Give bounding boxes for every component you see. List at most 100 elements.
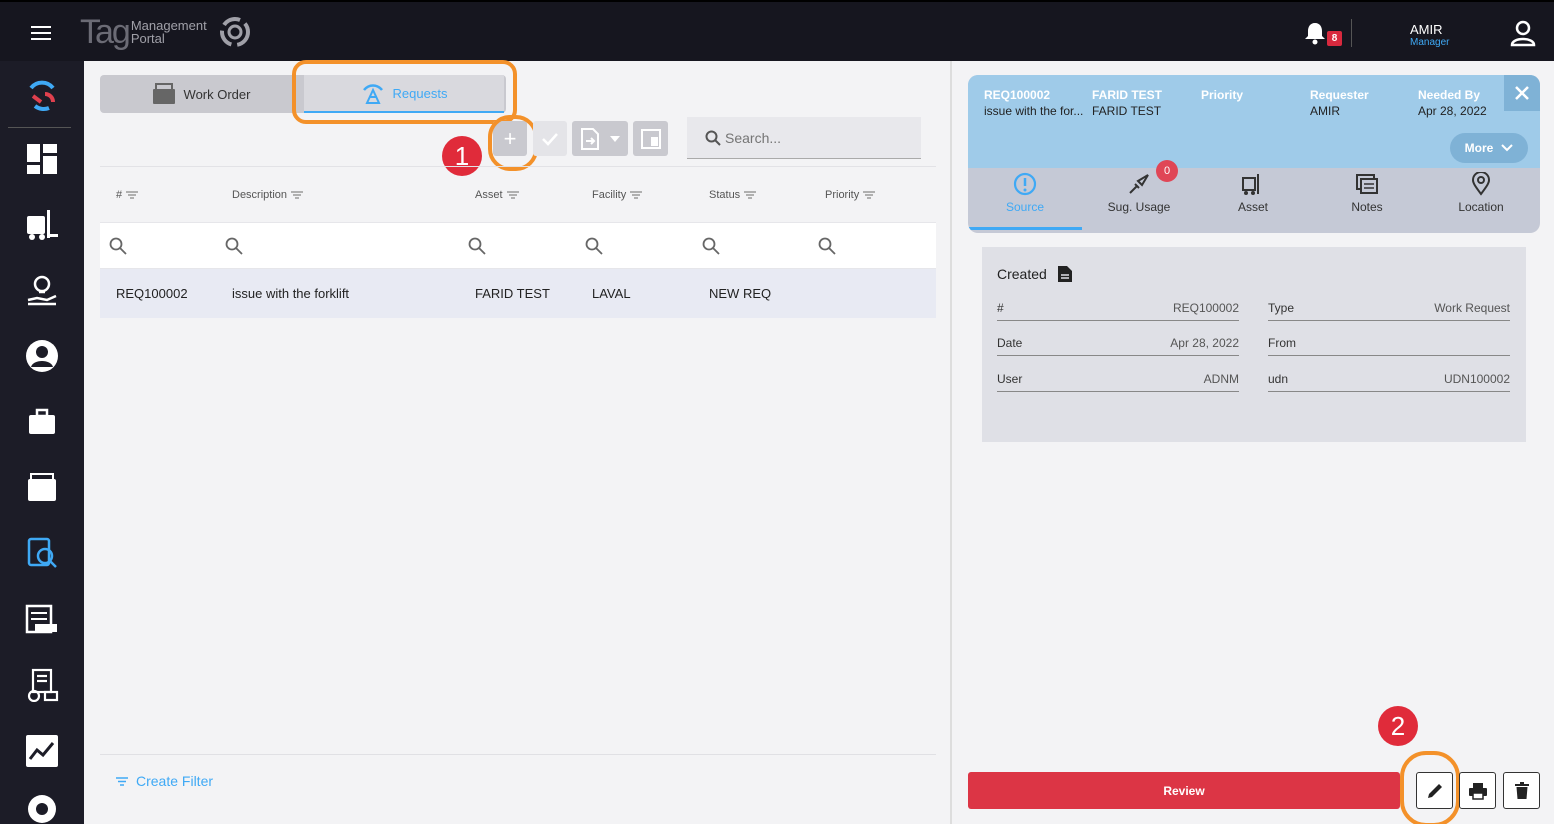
field-key: User <box>997 372 1023 386</box>
tab-location-label: Location <box>1458 200 1504 214</box>
card-title: Created <box>997 265 1073 283</box>
menu-icon[interactable] <box>31 26 51 40</box>
field-key: # <box>997 301 1004 315</box>
create-filter-label: Create Filter <box>136 773 214 789</box>
search-icon[interactable] <box>818 237 836 255</box>
filter-icon <box>126 191 139 199</box>
search-icon[interactable] <box>702 237 720 255</box>
list-panel: Work Order Requests 1 + # <box>84 60 950 824</box>
check-icon <box>542 132 558 146</box>
field-value: Work Request <box>1434 301 1510 315</box>
requests-tab-highlight <box>292 60 517 124</box>
column-header-status[interactable]: Status <box>709 189 757 201</box>
folder-icon[interactable] <box>22 468 62 508</box>
forklift-icon[interactable] <box>22 205 62 245</box>
logo-mark-icon <box>219 17 250 47</box>
search-icon[interactable] <box>468 237 486 255</box>
create-filter-link[interactable]: Create Filter <box>116 773 213 789</box>
field-key: From <box>1268 336 1296 350</box>
search-icon[interactable] <box>225 237 243 255</box>
search-icon[interactable] <box>109 237 127 255</box>
delete-button[interactable] <box>1503 772 1540 809</box>
app-root: Tag Management Portal 8 AMIR Manager Wor… <box>0 0 1554 824</box>
filter-icon <box>863 191 876 199</box>
more-label: More <box>1464 141 1494 155</box>
bell-icon[interactable] <box>1303 20 1327 46</box>
user-circle-icon[interactable] <box>22 336 62 376</box>
column-header-asset[interactable]: Asset <box>475 189 519 201</box>
field-from: From <box>1268 330 1510 356</box>
edit-button-highlight <box>1400 751 1460 824</box>
column-label: # <box>116 189 123 201</box>
cell-status: NEW REQ <box>709 286 772 301</box>
column-label: Description <box>232 189 288 201</box>
tab-source-label: Source <box>1005 200 1045 214</box>
column-label: Facility <box>592 189 627 201</box>
columns-button[interactable] <box>633 121 668 156</box>
user-name[interactable]: AMIR <box>1410 22 1443 37</box>
export-icon <box>581 127 599 150</box>
detail-panel: REQ100002 issue with the for... FARID TE… <box>950 61 1554 824</box>
line-chart-icon[interactable] <box>22 731 62 771</box>
search-input[interactable] <box>725 129 905 146</box>
column-header-priority[interactable]: Priority <box>825 189 876 201</box>
requests-grid: # Description Asset Facility Status Prio… <box>100 166 936 318</box>
logo-tag-text: Tag <box>80 13 131 51</box>
summary-value-description: issue with the for... <box>984 104 1084 118</box>
notification-badge: 8 <box>1327 31 1342 46</box>
column-header-description[interactable]: Description <box>232 189 304 201</box>
tab-asset-label: Asset <box>1237 200 1268 214</box>
grid-footer: Create Filter <box>100 754 936 824</box>
column-header-facility[interactable]: Facility <box>592 189 643 201</box>
user-role: Manager <box>1410 37 1450 48</box>
close-icon <box>1515 86 1529 100</box>
sidebar-separator <box>8 127 71 128</box>
column-label: Asset <box>475 189 503 201</box>
summary-value-asset: FARID TEST <box>1092 104 1162 118</box>
lightbulb-hand-icon[interactable] <box>22 270 62 310</box>
dashboard-icon[interactable] <box>22 139 62 179</box>
review-button[interactable]: Review <box>968 772 1400 809</box>
tab-asset[interactable]: Asset <box>1196 172 1310 230</box>
gear-icon[interactable] <box>22 789 62 824</box>
tab-notes[interactable]: Notes <box>1310 172 1424 230</box>
search-report-icon[interactable] <box>22 533 62 573</box>
list-icon[interactable] <box>22 599 62 639</box>
report-gauge-icon[interactable] <box>22 665 62 705</box>
tab-work-order[interactable]: Work Order <box>100 75 302 113</box>
detail-header: REQ100002 issue with the for... FARID TE… <box>968 75 1540 233</box>
spark-plug-icon <box>1129 174 1149 194</box>
map-pin-icon <box>1471 172 1491 196</box>
search-icon[interactable] <box>585 237 603 255</box>
table-row[interactable]: REQ100002 issue with the forklift FARID … <box>100 269 936 318</box>
briefcase-icon[interactable] <box>22 402 62 442</box>
document-icon <box>1057 266 1072 282</box>
more-button[interactable]: More <box>1450 133 1528 163</box>
search-box[interactable] <box>687 117 921 159</box>
tag-logo-icon[interactable] <box>22 75 62 115</box>
field-key: Type <box>1268 301 1295 315</box>
layout-icon <box>640 128 661 149</box>
tab-source[interactable]: Source <box>968 172 1082 230</box>
alert-circle-icon <box>1013 172 1037 196</box>
search-icon <box>705 130 721 146</box>
print-button[interactable] <box>1459 772 1496 809</box>
user-icon[interactable] <box>1509 19 1537 47</box>
step-2-marker: 2 <box>1378 706 1418 746</box>
field-value: REQ100002 <box>1172 301 1239 315</box>
close-button[interactable] <box>1504 75 1540 111</box>
export-dropdown-button[interactable] <box>572 121 628 156</box>
filter-icon <box>116 776 128 786</box>
tab-sug-usage[interactable]: Sug. Usage 0 <box>1082 160 1196 230</box>
summary-label-needed-by: Needed By <box>1418 88 1481 102</box>
approve-button[interactable] <box>533 121 567 156</box>
cell-asset: FARID TEST <box>475 286 550 301</box>
logo-subtitle: Management Portal <box>131 19 207 45</box>
tab-location[interactable]: Location <box>1424 172 1538 230</box>
column-label: Priority <box>825 189 860 201</box>
field-number: # REQ100002 <box>997 295 1239 321</box>
created-card: Created # REQ100002 Date Apr 28, 2022 User… <box>982 247 1526 442</box>
field-value: Apr 28, 2022 <box>1170 336 1239 350</box>
field-udn: udn UDN100002 <box>1268 366 1510 392</box>
column-header-number[interactable]: # <box>116 189 139 201</box>
